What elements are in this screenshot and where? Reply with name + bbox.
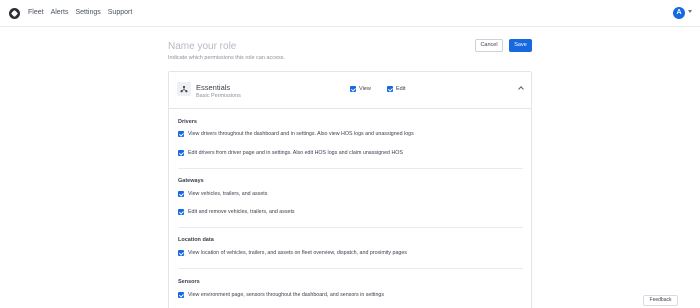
essentials-title: Essentials [196,83,231,92]
checkmark-icon[interactable] [178,191,184,197]
checkmark-icon[interactable] [178,209,184,215]
checkmark-icon[interactable] [178,250,184,256]
nav-item-fleet[interactable]: Fleet [28,9,44,16]
permission-view-drivers[interactable]: View drivers throughout the dashboard an… [178,131,414,137]
essentials-header[interactable]: Essentials Basic Permissions View Edit [169,72,531,109]
permission-view-vehicles[interactable]: View vehicles, trailers, and assets [178,191,267,197]
feedback-button[interactable]: Feedback [643,295,678,306]
main-nav: Fleet Alerts Settings Support [28,9,132,16]
checkmark-icon[interactable] [178,131,184,137]
cancel-button[interactable]: Cancel [475,39,503,52]
permission-label: View vehicles, trailers, and assets [188,191,268,197]
permission-label: Edit and remove vehicles, trailers, and … [188,209,295,215]
permission-label: View drivers throughout the dashboard an… [188,131,414,137]
edit-all-checkbox[interactable]: Edit [387,86,405,92]
edit-label: Edit [396,86,406,92]
role-description: Indicate which permissions this role can… [168,55,286,61]
hub-nodes-icon [177,82,191,96]
permissions-card: Essentials Basic Permissions View Edit D… [168,71,532,308]
permission-edit-vehicles[interactable]: Edit and remove vehicles, trailers, and … [178,209,295,215]
checkmark-icon[interactable] [178,150,184,156]
permission-view-location[interactable]: View location of vehicles, trailers, and… [178,250,407,256]
checkmark-icon[interactable] [178,292,184,298]
nav-item-alerts[interactable]: Alerts [51,9,69,16]
permission-label: View location of vehicles, trailers, and… [188,250,407,256]
chevron-up-icon[interactable] [518,86,524,92]
section-title-drivers: Drivers [178,119,197,125]
section-title-location-data: Location data [178,237,214,243]
divider [178,268,523,269]
chevron-down-icon[interactable] [688,10,692,13]
section-title-gateways: Gateways [178,178,204,184]
role-name-input[interactable]: Name your role [168,41,236,52]
permission-view-sensors[interactable]: View environment page, sensors throughou… [178,292,384,298]
view-label: View [359,86,371,92]
permission-label: Edit drivers from driver page and in set… [188,150,403,156]
top-navigation-bar: Fleet Alerts Settings Support A [0,0,700,27]
essentials-subtitle: Basic Permissions [196,93,241,99]
permission-label: View environment page, sensors throughou… [188,292,385,298]
permission-edit-drivers[interactable]: Edit drivers from driver page and in set… [178,150,403,156]
checkmark-icon[interactable] [387,86,393,92]
nav-item-support[interactable]: Support [108,9,133,16]
company-logo-icon[interactable] [9,8,20,19]
view-all-checkbox[interactable]: View [350,86,371,92]
divider [178,227,523,228]
divider [178,168,523,169]
nav-item-settings[interactable]: Settings [75,9,100,16]
section-title-sensors: Sensors [178,279,200,285]
save-button[interactable]: Save [509,39,532,52]
user-avatar[interactable]: A [673,7,685,19]
checkmark-icon[interactable] [350,86,356,92]
